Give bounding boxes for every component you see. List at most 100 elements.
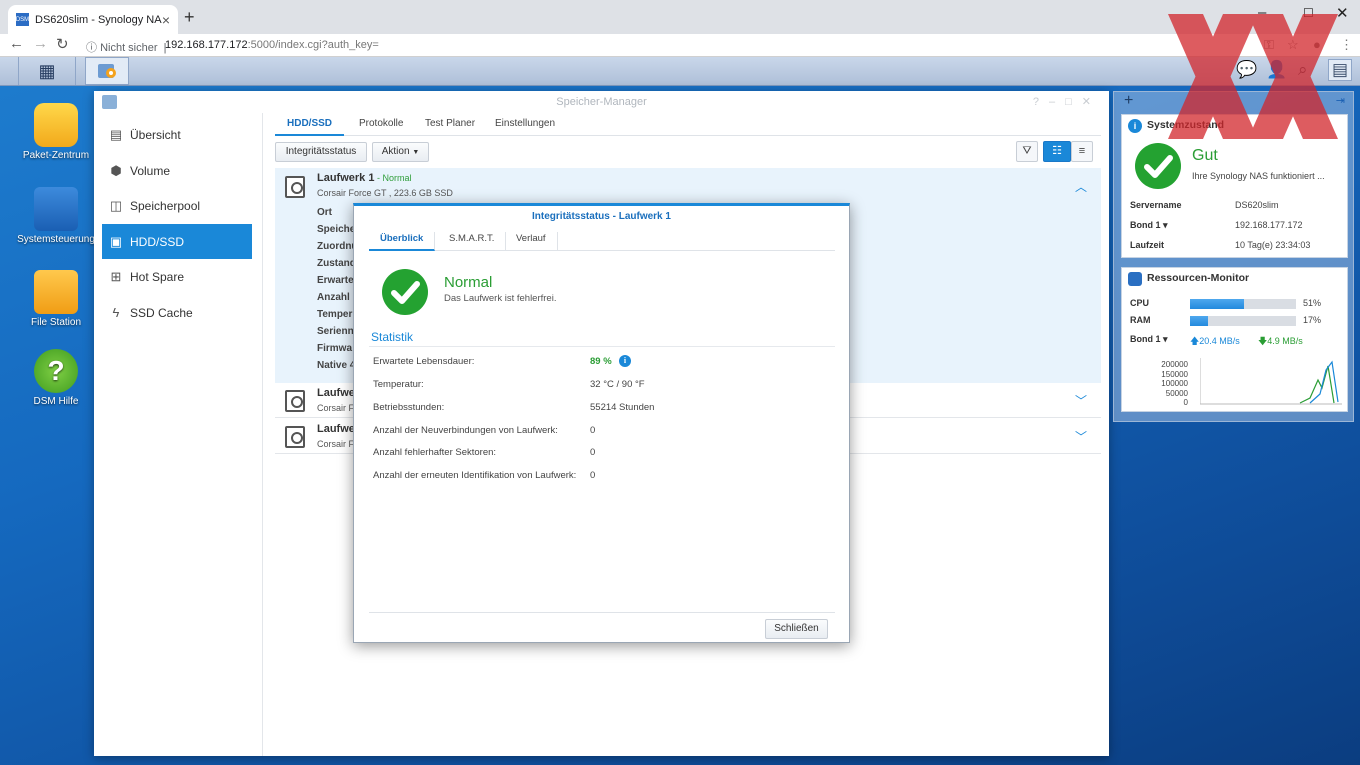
kv-label: Laufzeit xyxy=(1130,240,1165,250)
hot-spare-icon: ⊞ xyxy=(110,268,122,284)
prop-label: Native 4 xyxy=(317,360,356,371)
divider xyxy=(369,346,835,347)
expand-chevron-icon[interactable]: ﹀ xyxy=(1075,428,1087,445)
list-view-icon[interactable]: ≡ xyxy=(1071,141,1093,162)
system-status: Gut xyxy=(1192,147,1218,164)
tab-logs[interactable]: Protokolle xyxy=(347,116,415,136)
stat-label: Anzahl der Neuverbindungen von Laufwerk: xyxy=(373,425,558,436)
integrity-status-button[interactable]: Integritätsstatus xyxy=(275,142,367,162)
window-controls[interactable]: ?–□✕ xyxy=(1033,95,1101,108)
stat-label: Betriebsstunden: xyxy=(373,402,445,413)
cpu-bar-fill xyxy=(1190,299,1245,309)
dsm-favicon-icon: DSM xyxy=(16,13,29,26)
sidebar-item-label: Hot Spare xyxy=(130,269,185,284)
kv-value: DS620slim xyxy=(1235,200,1279,210)
tab-overview[interactable]: Überblick xyxy=(369,232,436,251)
divider xyxy=(369,612,835,613)
section-heading: Statistik xyxy=(371,330,414,344)
stat-label: Anzahl der erneuten Identifikation von L… xyxy=(373,470,577,481)
download-value: 4.9 MB/s xyxy=(1267,336,1303,346)
storage-manager-icon xyxy=(102,95,117,109)
security-label: Nicht sicher xyxy=(100,42,158,54)
tab-smart[interactable]: S.M.A.R.T. xyxy=(438,232,507,251)
health-status-desc: Das Laufwerk ist fehlerfrei. xyxy=(444,293,557,304)
hdd-icon xyxy=(285,390,305,412)
browser-tab-title: DS620slim - Synology NAS xyxy=(35,13,162,26)
ok-check-icon xyxy=(382,269,428,315)
collapse-chevron-icon[interactable]: ︿ xyxy=(1075,178,1087,195)
sidebar-item-overview[interactable]: ▤ Übersicht xyxy=(102,117,252,152)
stat-row: Anzahl der Neuverbindungen von Laufwerk:… xyxy=(373,425,823,436)
drive-name: Laufwerk 1 - Normal xyxy=(317,172,411,184)
close-button[interactable]: Schließen xyxy=(765,619,828,639)
add-widget-icon[interactable]: + xyxy=(1124,92,1133,110)
new-tab-icon[interactable]: + xyxy=(184,8,195,26)
prop-label: Erwarte xyxy=(317,275,354,286)
url-input[interactable]: 192.168.177.172:5000/index.cgi?auth_key= xyxy=(165,39,379,51)
forward-icon[interactable]: → xyxy=(33,35,48,52)
volume-icon: ⬢ xyxy=(110,162,122,178)
desktop-icon-label: Paket-Zentrum xyxy=(22,150,90,161)
desktop-icon-control-panel[interactable]: Systemsteuerung xyxy=(16,187,96,245)
close-tab-icon[interactable]: × xyxy=(162,12,170,28)
ram-label: RAM xyxy=(1130,315,1151,325)
sidebar-item-label: HDD/SSD xyxy=(130,234,185,249)
sidebar-item-storage-pool[interactable]: ◫ Speicherpool xyxy=(102,188,252,223)
filter-icon[interactable]: ⛛ xyxy=(1016,141,1038,162)
stat-row: Anzahl der erneuten Identifikation von L… xyxy=(373,470,823,481)
package-center-icon xyxy=(34,103,78,147)
tab-settings[interactable]: Einstellungen xyxy=(483,116,567,136)
widget-title: Ressourcen-Monitor xyxy=(1147,272,1250,284)
sidebar-item-volume[interactable]: ⬢ Volume xyxy=(102,153,252,188)
hdd-icon xyxy=(285,426,305,448)
download-rate: 🡇4.9 MB/s xyxy=(1258,334,1303,350)
desktop-icon-label: Systemsteuerung xyxy=(17,234,95,245)
storage-manager-icon xyxy=(98,64,116,78)
sidebar-item-hot-spare[interactable]: ⊞ Hot Spare xyxy=(102,259,252,294)
prop-label: Temper xyxy=(317,309,353,320)
network-selector[interactable]: Bond 1 ▾ xyxy=(1130,334,1168,345)
sidebar-item-hdd-ssd[interactable]: ▣ HDD/SSD xyxy=(102,224,252,259)
desktop-icon-dsm-help[interactable]: ? DSM Hilfe xyxy=(16,349,96,407)
xx-watermark-logo xyxy=(1168,14,1338,139)
main-menu-icon[interactable]: ▦ xyxy=(18,57,76,85)
tab-history[interactable]: Verlauf xyxy=(505,232,558,251)
taskbar-app-storage-manager[interactable] xyxy=(85,57,129,85)
expand-chevron-icon[interactable]: ﹀ xyxy=(1075,392,1087,409)
back-icon[interactable]: ← xyxy=(9,35,24,52)
reload-icon[interactable]: ↻ xyxy=(56,35,69,53)
drive-model: Corsair F xyxy=(317,403,355,413)
drive-name: Laufwe xyxy=(317,423,355,435)
kv-row[interactable]: Bond 1 ▾ 192.168.177.172 xyxy=(1130,220,1303,231)
url-path: :5000/index.cgi?auth_key= xyxy=(247,39,379,51)
ram-bar-fill xyxy=(1190,316,1209,326)
stat-value: 32 °C / 90 °F xyxy=(590,379,645,390)
security-indicator[interactable]: ⓘ Nicht sicher | xyxy=(86,39,167,55)
kv-value: 192.168.177.172 xyxy=(1235,220,1303,230)
stat-label: Anzahl fehlerhafter Sektoren: xyxy=(373,447,497,458)
sidebar-item-label: SSD Cache xyxy=(130,305,193,320)
drive-name-text: Laufwerk 1 xyxy=(317,172,375,184)
y-tick: 0 xyxy=(1183,398,1188,407)
y-tick: 150000 xyxy=(1161,369,1188,379)
prop-label: Zuordnu xyxy=(317,241,358,252)
drive-status: - Normal xyxy=(374,173,412,183)
url-host: 192.168.177.172 xyxy=(165,39,248,51)
stat-value: 55214 Stunden xyxy=(590,402,655,413)
resource-monitor-widget: Ressourcen-Monitor CPU 51% RAM 17% Bond … xyxy=(1121,267,1348,412)
stat-row: Temperatur: 32 °C / 90 °F xyxy=(373,379,823,390)
action-button[interactable]: Aktion ▼ xyxy=(372,142,429,162)
network-chart xyxy=(1200,358,1342,405)
desktop-icon-file-station[interactable]: File Station xyxy=(16,270,96,328)
cpu-label: CPU xyxy=(1130,298,1150,308)
desktop-icon-package-center[interactable]: Paket-Zentrum xyxy=(16,103,96,161)
detail-view-icon[interactable]: ☷ xyxy=(1043,141,1071,162)
action-button-label: Aktion xyxy=(381,146,410,157)
sidebar-item-ssd-cache[interactable]: ϟ SSD Cache xyxy=(102,295,252,330)
ssd-cache-icon: ϟ xyxy=(112,304,120,320)
prop-label: Anzahl xyxy=(317,292,350,303)
info-icon[interactable]: i xyxy=(619,355,631,367)
browser-tab[interactable]: DSM DS620slim - Synology NAS × xyxy=(8,5,178,34)
tab-hdd-ssd[interactable]: HDD/SSD xyxy=(275,116,345,136)
tab-test-scheduler[interactable]: Test Planer xyxy=(413,116,487,136)
